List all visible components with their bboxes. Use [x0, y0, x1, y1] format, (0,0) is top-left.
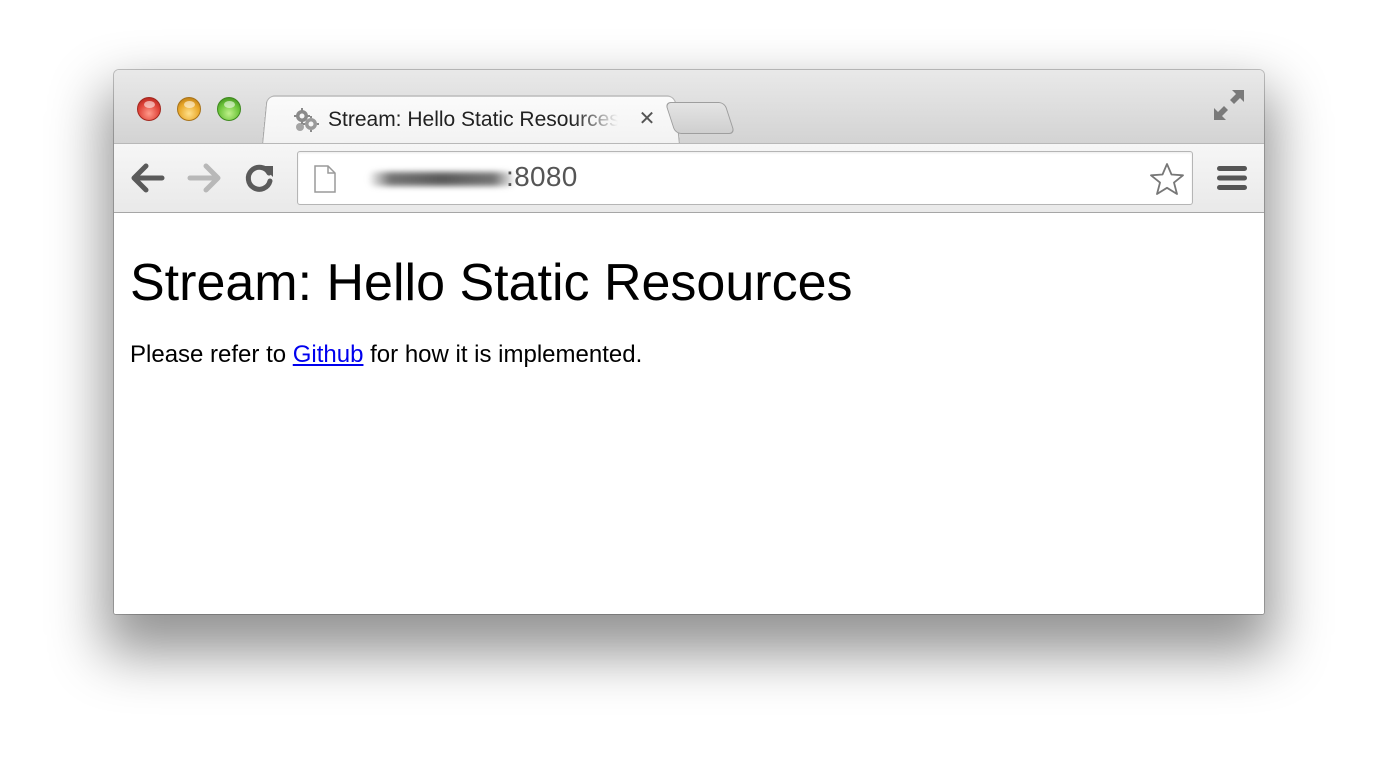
gear-cluster-icon — [292, 106, 320, 134]
page-content: Stream: Hello Static Resources Please re… — [114, 213, 1264, 614]
paragraph-text-start: Please refer to — [130, 341, 293, 368]
redacted-host — [368, 172, 516, 186]
new-tab-button[interactable] — [664, 102, 736, 134]
zoom-window-button[interactable] — [217, 97, 241, 121]
tab-title: Stream: Hello Static Resources — [328, 108, 618, 131]
minimize-window-button[interactable] — [177, 97, 201, 121]
paragraph-text-end: for how it is implemented. — [363, 341, 643, 368]
browser-toolbar: :8080 — [114, 143, 1264, 213]
page-heading: Stream: Hello Static Resources — [130, 254, 853, 312]
browser-window: Stream: Hello Static Resources ✕:8080 S… — [114, 70, 1264, 614]
title-bar: Stream: Hello Static Resources ✕ — [114, 70, 1264, 145]
github-link[interactable]: Github — [293, 341, 364, 368]
page-icon — [314, 165, 336, 193]
address-bar[interactable]: :8080 — [297, 151, 1193, 205]
back-arrow-icon[interactable] — [130, 160, 166, 196]
star-icon[interactable] — [1150, 162, 1184, 196]
page-paragraph: Please refer to Github for how it is imp… — [130, 341, 642, 369]
fullscreen-icon[interactable] — [1212, 88, 1246, 122]
reload-icon[interactable] — [242, 160, 278, 196]
url-text[interactable]: :8080 — [506, 161, 578, 193]
tab-active-content[interactable]: Stream: Hello Static Resources ✕ — [292, 100, 655, 140]
tab-close-icon[interactable]: ✕ — [635, 106, 659, 131]
forward-arrow-icon[interactable] — [186, 160, 222, 196]
traffic-lights — [137, 97, 241, 121]
close-window-button[interactable] — [137, 97, 161, 121]
hamburger-menu-icon[interactable] — [1216, 164, 1248, 192]
